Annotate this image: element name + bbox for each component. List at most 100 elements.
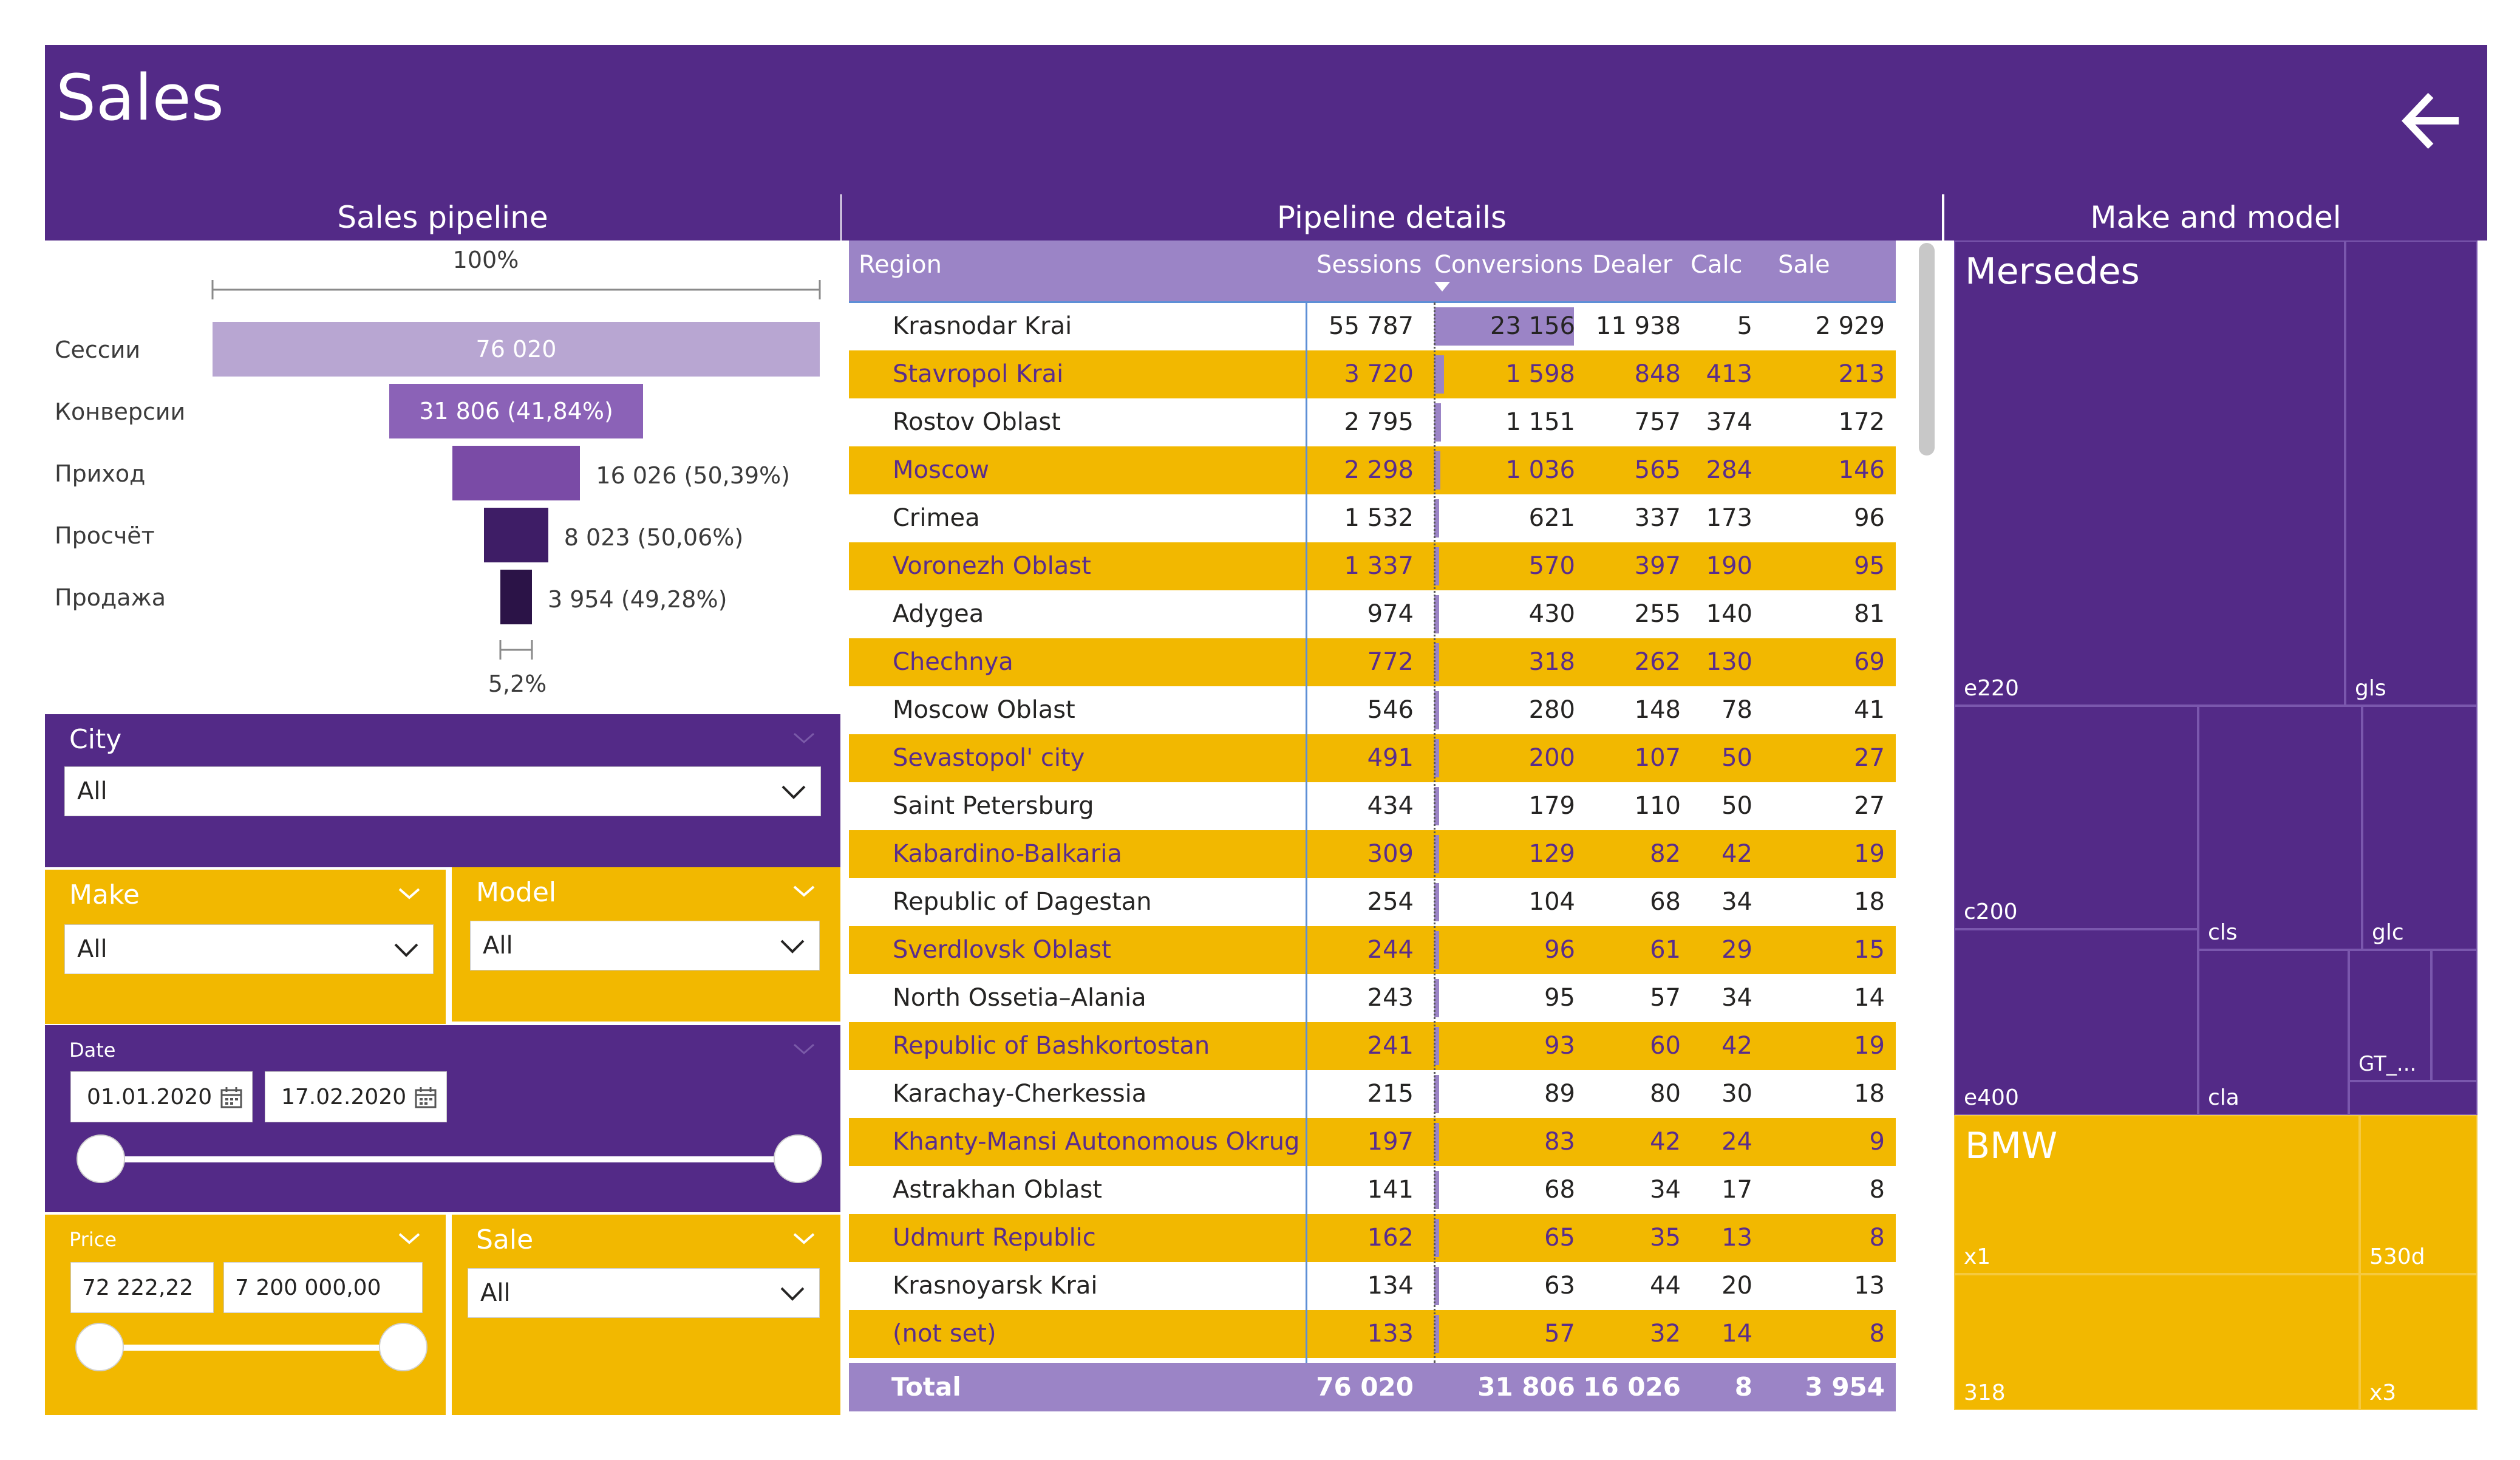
expand-icon[interactable] bbox=[859, 366, 876, 383]
chevron-down-icon[interactable] bbox=[397, 884, 421, 902]
table-row[interactable]: Moscow Oblast 546 280 148 78 41 bbox=[849, 686, 1896, 734]
dealer-cell: 60 bbox=[1650, 1032, 1681, 1060]
expand-icon[interactable] bbox=[859, 462, 876, 479]
table-scrollbar[interactable] bbox=[1919, 243, 1935, 455]
column-header-sale[interactable]: Sale bbox=[1778, 240, 1830, 302]
funnel-bar[interactable] bbox=[452, 446, 581, 500]
expand-icon[interactable] bbox=[859, 798, 876, 815]
expand-icon[interactable] bbox=[859, 1326, 876, 1343]
treemap-tile-cla[interactable]: cla bbox=[2198, 950, 2349, 1115]
column-header-calc[interactable]: Calc bbox=[1691, 240, 1743, 302]
table-row[interactable]: Kabardino-Balkaria 309 129 82 42 19 bbox=[849, 830, 1896, 878]
chevron-down-icon[interactable] bbox=[792, 729, 816, 747]
expand-icon[interactable] bbox=[859, 1278, 876, 1295]
table-row[interactable]: Moscow 2 298 1 036 565 284 146 bbox=[849, 446, 1896, 494]
chevron-down-icon[interactable] bbox=[792, 882, 816, 900]
expand-icon[interactable] bbox=[859, 990, 876, 1007]
sale-cell: 13 bbox=[1854, 1272, 1885, 1300]
expand-icon[interactable] bbox=[859, 510, 876, 527]
table-row[interactable]: Saint Petersburg 434 179 110 50 27 bbox=[849, 782, 1896, 830]
date-range-track[interactable] bbox=[101, 1156, 803, 1162]
table-row[interactable]: Khanty-Mansi Autonomous Okrug 197 83 42 24 9 bbox=[849, 1118, 1896, 1166]
expand-icon[interactable] bbox=[859, 702, 876, 719]
sale-dropdown[interactable]: All bbox=[468, 1268, 820, 1318]
table-row[interactable]: (not set) 133 57 32 14 8 bbox=[849, 1310, 1896, 1358]
expand-icon[interactable] bbox=[859, 414, 876, 431]
expand-icon[interactable] bbox=[859, 1182, 876, 1199]
table-row[interactable]: North Ossetia–Alania 243 95 57 34 14 bbox=[849, 974, 1896, 1022]
back-arrow-icon[interactable] bbox=[2397, 87, 2464, 154]
funnel-bar[interactable] bbox=[484, 508, 548, 562]
table-row[interactable]: Stavropol Krai 3 720 1 598 848 413 213 bbox=[849, 350, 1896, 398]
date-range-start-handle[interactable] bbox=[77, 1134, 125, 1183]
model-dropdown-value: All bbox=[483, 932, 513, 960]
expand-icon[interactable] bbox=[859, 1230, 876, 1247]
price-range-max-handle[interactable] bbox=[379, 1323, 427, 1371]
dealer-cell: 337 bbox=[1634, 504, 1681, 532]
expand-icon[interactable] bbox=[859, 846, 876, 863]
table-row[interactable]: Karachay-Cherkessia 215 89 80 30 18 bbox=[849, 1070, 1896, 1118]
chevron-down-icon[interactable] bbox=[792, 1229, 816, 1247]
date-range-end-handle[interactable] bbox=[774, 1134, 822, 1183]
treemap-tile-glc[interactable]: glc bbox=[2362, 706, 2477, 950]
table-row[interactable]: Voronezh Oblast 1 337 570 397 190 95 bbox=[849, 542, 1896, 590]
column-header-conversions[interactable]: Conversions bbox=[1434, 240, 1583, 302]
sessions-cell: 162 bbox=[1367, 1224, 1414, 1252]
table-row[interactable]: Udmurt Republic 162 65 35 13 8 bbox=[849, 1214, 1896, 1262]
table-row[interactable]: Krasnodar Krai 55 787 23 156 11 938 5 999 2 9… bbox=[849, 302, 1896, 388]
price-min-input[interactable]: 72 222,22 bbox=[70, 1262, 214, 1313]
expand-icon[interactable] bbox=[859, 558, 876, 575]
column-header-region[interactable]: Region bbox=[859, 240, 942, 302]
treemap-tile-318[interactable]: 318 bbox=[1954, 1274, 2360, 1410]
treemap-tile-x3[interactable]: x3 bbox=[2360, 1274, 2477, 1410]
calendar-icon[interactable] bbox=[414, 1085, 438, 1110]
expand-icon[interactable] bbox=[859, 894, 876, 911]
model-dropdown[interactable]: All bbox=[470, 921, 820, 970]
expand-icon[interactable] bbox=[859, 606, 876, 623]
treemap-tile-x1[interactable]: BMW x1 bbox=[1954, 1115, 2360, 1274]
price-range-min-handle[interactable] bbox=[75, 1323, 124, 1371]
table-row[interactable]: Republic of Bashkortostan 241 93 60 42 19 bbox=[849, 1022, 1896, 1070]
treemap-tile-cls[interactable]: cls bbox=[2198, 706, 2362, 950]
treemap-tile-gt[interactable]: GT_... bbox=[2349, 950, 2431, 1081]
treemap-tile-e400[interactable]: e400 bbox=[1954, 929, 2198, 1115]
date-slicer: Date 01.01.2020 17.02.2020 bbox=[45, 1025, 840, 1212]
expand-icon[interactable] bbox=[859, 1134, 876, 1151]
column-header-dealer[interactable]: Dealer bbox=[1592, 240, 1672, 302]
expand-icon[interactable] bbox=[859, 654, 876, 671]
city-dropdown[interactable]: All bbox=[64, 766, 821, 816]
price-max-input[interactable]: 7 200 000,00 bbox=[223, 1262, 423, 1313]
make-dropdown[interactable]: All bbox=[64, 924, 434, 974]
dealer-cell: 44 bbox=[1650, 1272, 1681, 1300]
expand-icon[interactable] bbox=[859, 750, 876, 767]
table-row[interactable]: Crimea 1 532 621 337 173 96 bbox=[849, 494, 1896, 542]
calendar-icon[interactable] bbox=[219, 1085, 243, 1110]
expand-icon[interactable] bbox=[859, 318, 876, 335]
treemap-tile-gls[interactable]: gls bbox=[2345, 240, 2477, 706]
price-max-value: 7 200 000,00 bbox=[235, 1275, 381, 1300]
chevron-down-icon[interactable] bbox=[792, 1040, 816, 1058]
treemap-tile-other[interactable] bbox=[2431, 950, 2477, 1081]
chevron-down-icon[interactable] bbox=[397, 1229, 421, 1247]
date-from-input[interactable]: 01.01.2020 bbox=[70, 1071, 253, 1122]
treemap-tile-other[interactable] bbox=[2349, 1081, 2477, 1115]
table-row[interactable]: Chechnya 772 318 262 130 69 bbox=[849, 638, 1896, 686]
column-header-sessions[interactable]: Sessions bbox=[1316, 240, 1422, 302]
treemap-tile-530d[interactable]: 530d bbox=[2360, 1115, 2477, 1274]
expand-icon[interactable] bbox=[859, 1086, 876, 1103]
table-row[interactable]: Sverdlovsk Oblast 244 96 61 29 15 bbox=[849, 926, 1896, 974]
table-row[interactable]: Republic of Dagestan 254 104 68 34 18 bbox=[849, 878, 1896, 926]
funnel-bar[interactable] bbox=[500, 570, 532, 624]
treemap-tile-c200[interactable]: c200 bbox=[1954, 706, 2198, 929]
treemap-tile-label: cla bbox=[2208, 1085, 2239, 1110]
price-range-track[interactable] bbox=[100, 1345, 404, 1351]
date-to-input[interactable]: 17.02.2020 bbox=[265, 1071, 447, 1122]
expand-icon[interactable] bbox=[859, 1038, 876, 1055]
table-row[interactable]: Sevastopol' city 491 200 107 50 27 bbox=[849, 734, 1896, 782]
expand-icon[interactable] bbox=[859, 942, 876, 959]
table-row[interactable]: Adygea 974 430 255 140 81 bbox=[849, 590, 1896, 638]
table-row[interactable]: Krasnoyarsk Krai 134 63 44 20 13 bbox=[849, 1262, 1896, 1310]
table-row[interactable]: Rostov Oblast 2 795 1 151 757 374 172 bbox=[849, 398, 1896, 446]
table-row[interactable]: Astrakhan Oblast 141 68 34 17 8 bbox=[849, 1166, 1896, 1214]
treemap-tile-e220[interactable]: Mersedes e220 bbox=[1954, 240, 2345, 706]
